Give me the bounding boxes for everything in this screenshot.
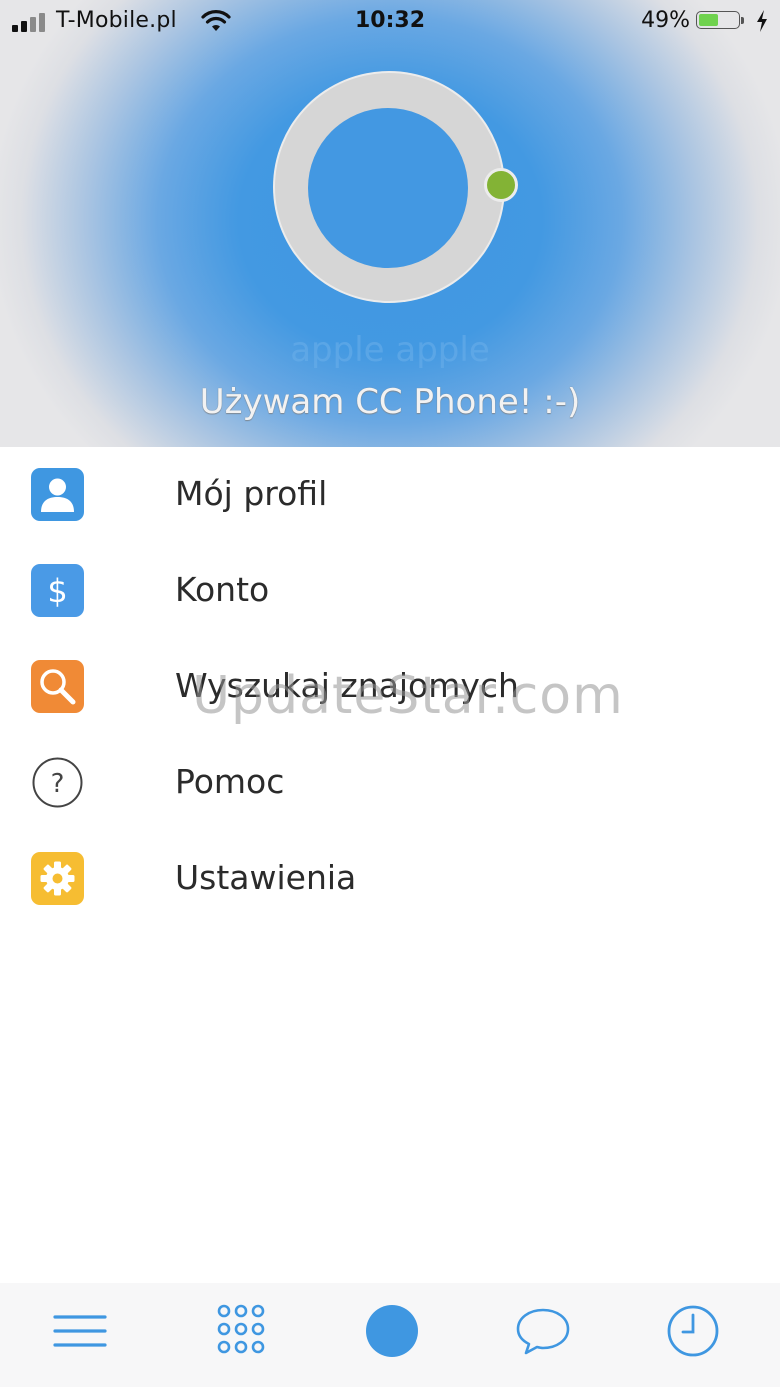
presence-indicator — [484, 168, 518, 202]
menu-item-find-friends[interactable]: Wyszukaj znajomych — [0, 639, 780, 735]
profile-status-message[interactable]: Używam CC Phone! :-) — [0, 382, 780, 422]
menu-item-settings[interactable]: Ustawienia — [0, 831, 780, 927]
profile-name: apple apple — [290, 330, 490, 370]
help-icon: ? — [31, 756, 84, 809]
status-bar: T-Mobile.pl 10:32 49% — [0, 0, 780, 44]
svg-text:?: ? — [51, 769, 65, 799]
menu-item-label: Konto — [175, 570, 270, 609]
menu-item-label: Mój profil — [175, 474, 328, 513]
menu-icon[interactable] — [50, 1301, 110, 1361]
menu-item-label: Wyszukaj znajomych — [175, 666, 519, 705]
menu-item-label: Pomoc — [175, 762, 285, 801]
status-icon[interactable] — [362, 1301, 422, 1361]
avatar-image — [308, 108, 468, 268]
menu-item-help[interactable]: ? Pomoc — [0, 735, 780, 831]
gear-icon — [31, 852, 84, 905]
menu-item-label: Ustawienia — [175, 858, 357, 897]
charging-icon — [757, 10, 767, 32]
history-icon[interactable] — [663, 1301, 723, 1361]
search-icon — [31, 660, 84, 713]
chat-icon[interactable] — [513, 1301, 573, 1361]
menu-item-my-profile[interactable]: Mój profil — [0, 447, 780, 543]
dialpad-icon[interactable] — [211, 1301, 271, 1361]
dollar-icon: $ — [31, 564, 84, 617]
menu-item-account[interactable]: $ Konto — [0, 543, 780, 639]
avatar[interactable] — [275, 73, 503, 301]
battery-percent: 49% — [641, 8, 690, 33]
user-icon — [31, 468, 84, 521]
battery-icon — [696, 11, 744, 31]
tab-bar — [0, 1283, 780, 1387]
svg-text:$: $ — [47, 572, 67, 610]
profile-header: T-Mobile.pl 10:32 49% apple apple Używam… — [0, 0, 780, 447]
